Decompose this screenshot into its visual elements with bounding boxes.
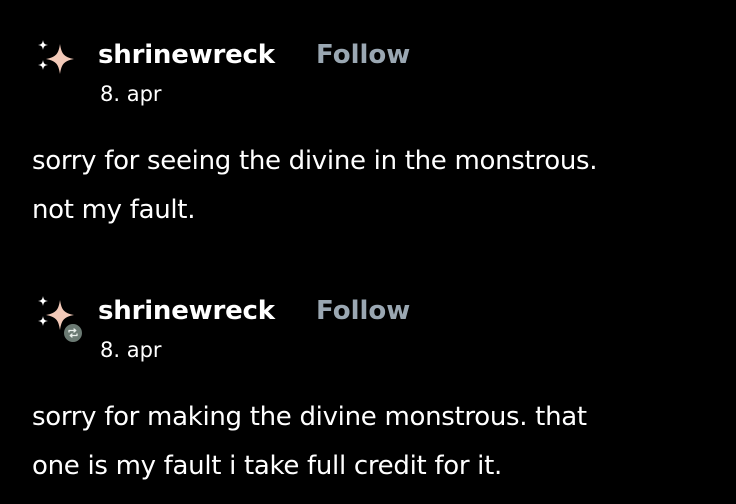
post-body: sorry for making the divine monstrous. t… (32, 393, 722, 491)
follow-button[interactable]: Follow (316, 38, 410, 72)
post-body-line: sorry for making the divine monstrous. t… (32, 402, 587, 432)
sparkle-icon (38, 40, 74, 74)
post-date[interactable]: 8. apr (100, 80, 162, 108)
username[interactable]: shrinewreck (98, 294, 275, 328)
post-body: sorry for seeing the divine in the monst… (32, 137, 722, 235)
reblog-badge (62, 322, 84, 344)
avatar[interactable] (34, 294, 84, 344)
avatar[interactable] (34, 38, 78, 82)
reblog-icon (68, 328, 78, 338)
post-date[interactable]: 8. apr (100, 336, 162, 364)
post-body-line: not my fault. (32, 195, 196, 225)
username[interactable]: shrinewreck (98, 38, 275, 72)
post-body-line: sorry for seeing the divine in the monst… (32, 146, 598, 176)
follow-button[interactable]: Follow (316, 294, 410, 328)
post-body-line: one is my fault i take full credit for i… (32, 451, 502, 481)
